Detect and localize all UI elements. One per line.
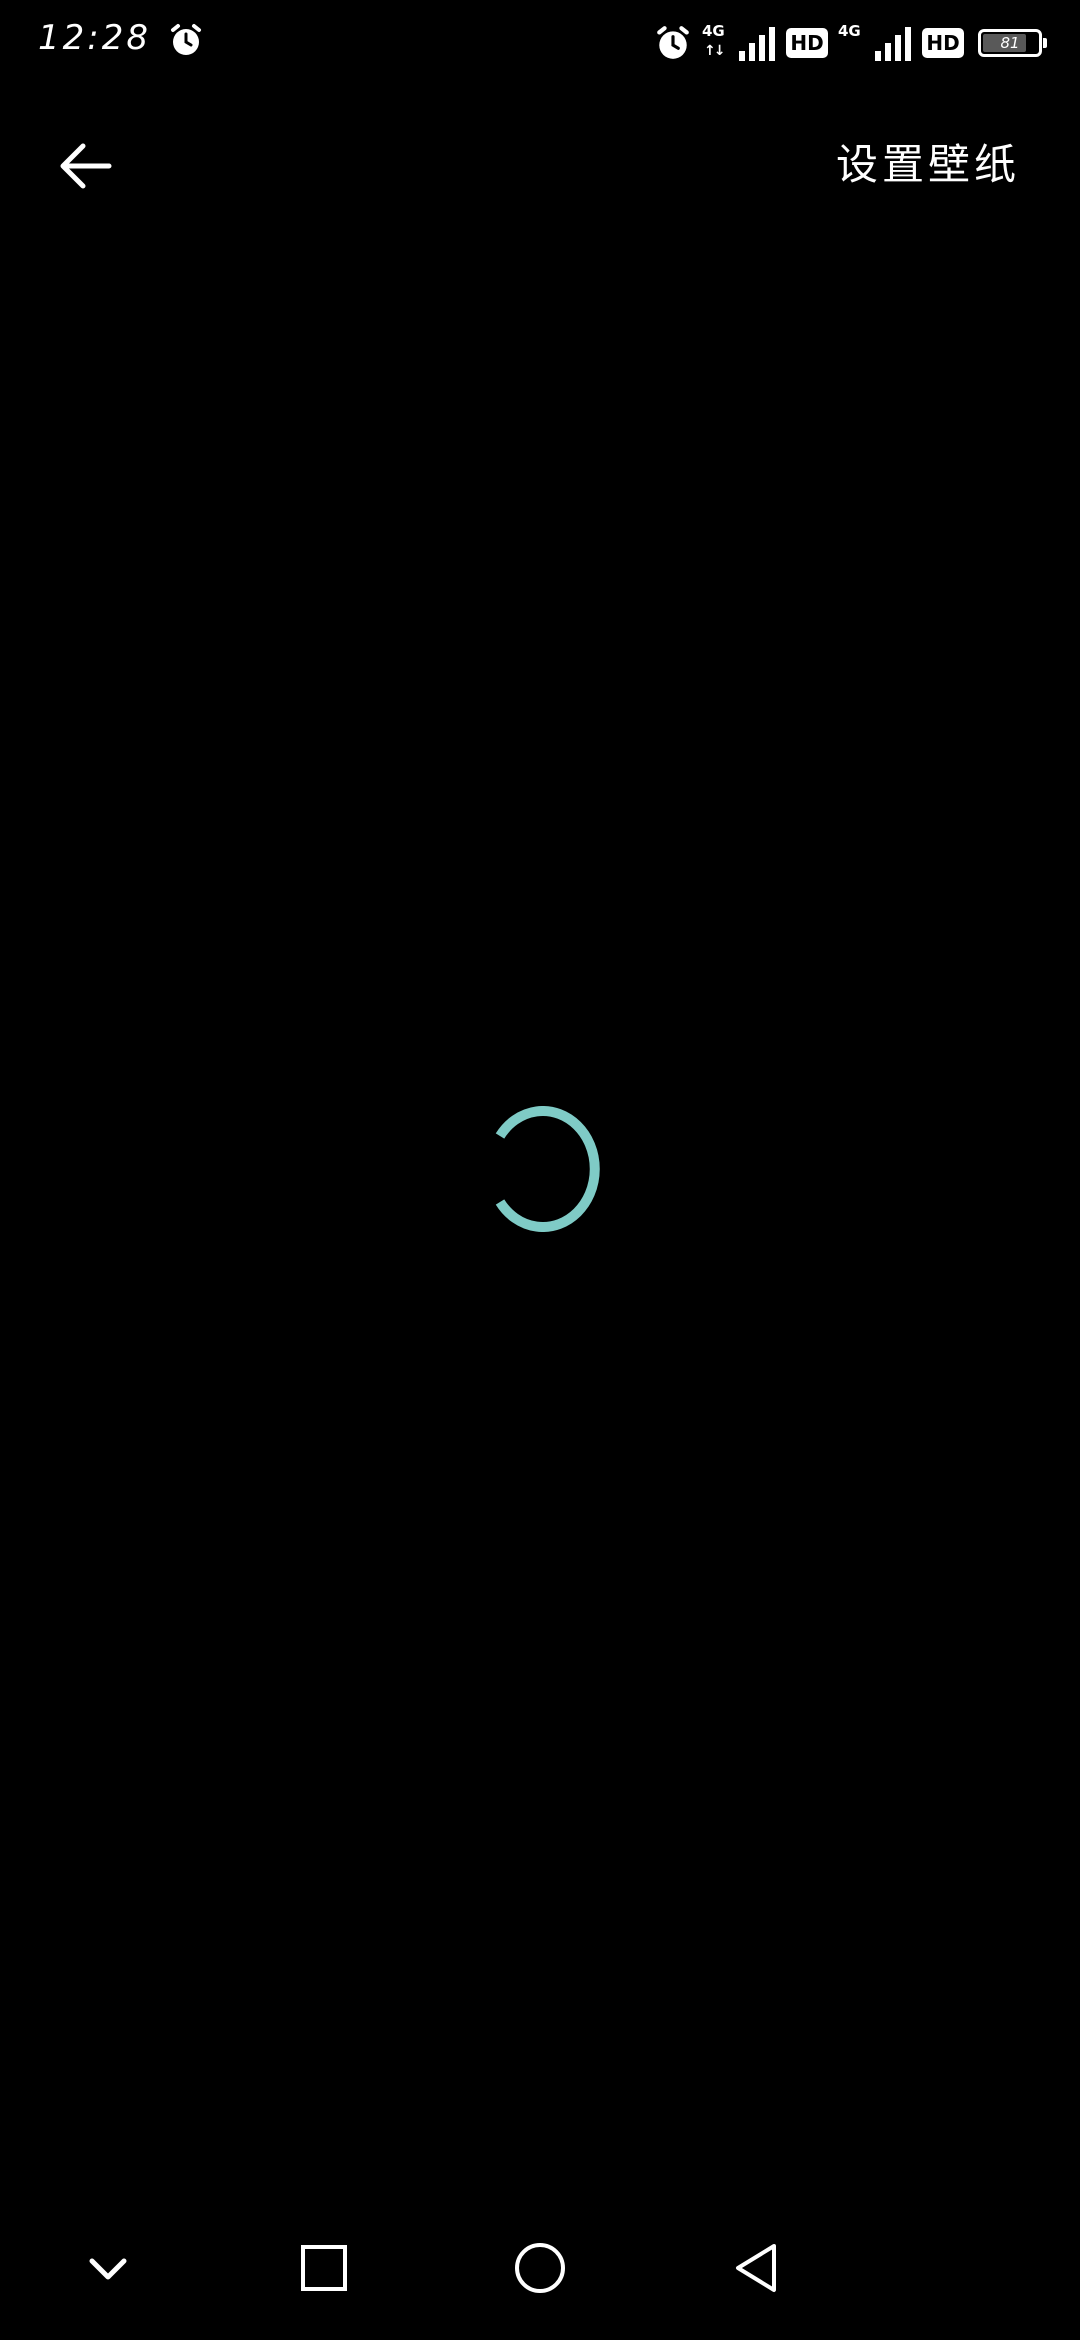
alarm-icon (171, 24, 201, 55)
nav-recents-button[interactable] (284, 2228, 364, 2308)
network-type-icon: 4G ↑↓ (702, 22, 726, 60)
triangle-back-icon (736, 2244, 776, 2292)
battery-level: 81 (1000, 34, 1020, 52)
signal-icon (739, 27, 775, 61)
chevron-down-icon (89, 2258, 127, 2280)
nav-hide-button[interactable] (68, 2228, 148, 2308)
battery-icon: 81 (978, 29, 1047, 57)
back-arrow-icon (60, 143, 112, 189)
circle-icon (515, 2243, 565, 2293)
back-button[interactable] (40, 126, 130, 206)
set-wallpaper-button[interactable]: 设置壁纸 (836, 130, 1020, 200)
hd-icon: HD (922, 28, 964, 58)
nav-back-button[interactable] (716, 2228, 796, 2308)
alarm-icon (657, 26, 689, 59)
square-icon (301, 2245, 347, 2291)
hd-icon: HD (786, 28, 828, 58)
status-time: 12:28 (38, 18, 151, 58)
status-icons: 4G ↑↓ HD 4G HD 81 (654, 18, 1047, 68)
network-type-icon: 4G (838, 22, 861, 40)
status-bar: 12:28 4G ↑↓ HD 4G HD 81 (0, 0, 1080, 84)
nav-home-button[interactable] (500, 2228, 580, 2308)
loading-spinner-icon (495, 1106, 600, 1232)
signal-icon (875, 27, 911, 61)
